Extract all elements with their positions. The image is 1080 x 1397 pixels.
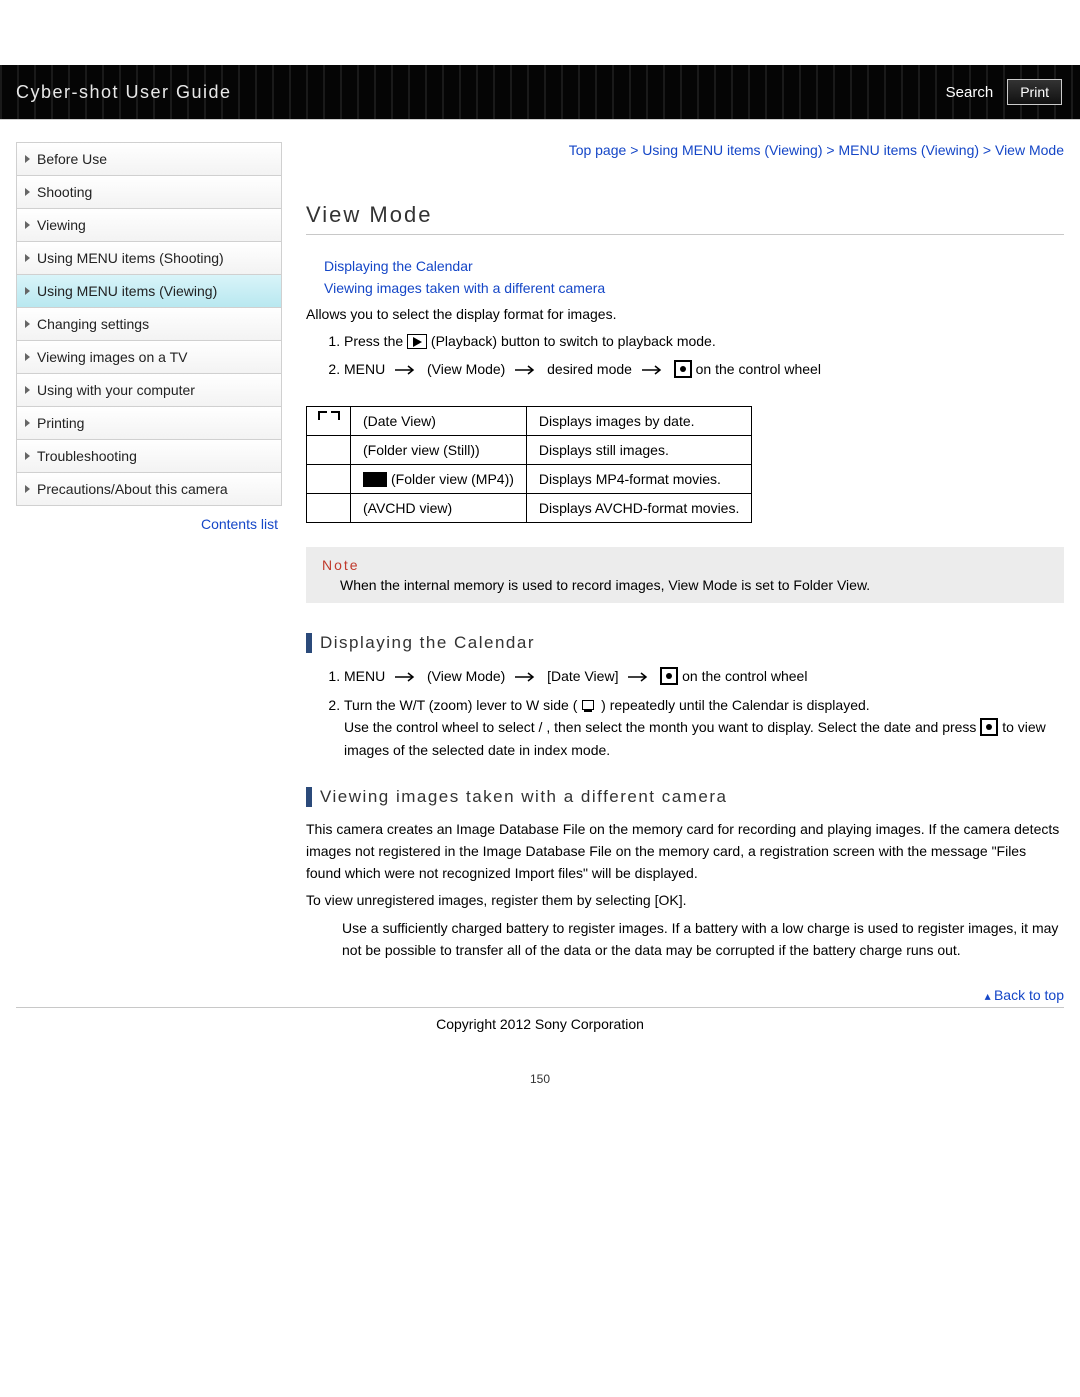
mode-desc: Displays still images. <box>526 435 751 464</box>
sidebar: Before Use Shooting Viewing Using MENU i… <box>16 142 282 532</box>
crumb-menu-viewing-parent[interactable]: Using MENU items (Viewing) <box>642 142 822 158</box>
nav-changing-settings[interactable]: Changing settings <box>17 307 281 340</box>
mode-desc: Displays MP4-format movies. <box>526 464 751 493</box>
intro-text: Allows you to select the display format … <box>306 306 1064 322</box>
step-1: Press the (Playback) button to switch to… <box>344 330 1064 352</box>
crumb-top[interactable]: Top page <box>569 142 627 158</box>
diff-p3: Use a sufficiently charged battery to re… <box>306 918 1064 961</box>
back-to-top-link[interactable]: Back to top <box>306 987 1064 1003</box>
page-title: View Mode <box>306 202 1064 235</box>
nav-printing[interactable]: Printing <box>17 406 281 439</box>
mode-desc: Displays images by date. <box>526 406 751 435</box>
mode-name: (Folder view (Still)) <box>351 435 527 464</box>
table-row: (Date View) Displays images by date. <box>307 406 752 435</box>
table-row: (Folder view (Still)) Displays still ima… <box>307 435 752 464</box>
playback-icon <box>407 334 427 349</box>
mode-name: (Folder view (MP4)) <box>351 464 527 493</box>
arrow-icon <box>628 666 650 688</box>
cal-step-1: MENU (View Mode) [Date View] on the cont… <box>344 665 1064 688</box>
main-content: Top page > Using MENU items (Viewing) > … <box>306 142 1064 1007</box>
heading-diff-camera: Viewing images taken with a different ca… <box>306 787 1064 807</box>
note-body: When the internal memory is used to reco… <box>322 577 1048 593</box>
center-button-icon <box>980 718 998 736</box>
header-bar: Cyber-shot User Guide Search Print <box>0 65 1080 119</box>
nav-before-use[interactable]: Before Use <box>17 142 281 175</box>
anchor-diff-camera[interactable]: Viewing images taken with a different ca… <box>324 277 1064 299</box>
main-steps: Press the (Playback) button to switch to… <box>306 330 1064 382</box>
note-box: Note When the internal memory is used to… <box>306 547 1064 603</box>
zoom-w-icon <box>581 700 597 712</box>
note-title: Note <box>322 557 1048 573</box>
table-row: (AVCHD view) Displays AVCHD-format movie… <box>307 493 752 522</box>
nav-menu-shooting[interactable]: Using MENU items (Shooting) <box>17 241 281 274</box>
modes-table: (Date View) Displays images by date. (Fo… <box>306 406 752 523</box>
mp4-icon <box>363 472 387 487</box>
nav-menu-viewing[interactable]: Using MENU items (Viewing) <box>17 274 281 307</box>
breadcrumb: Top page > Using MENU items (Viewing) > … <box>306 142 1064 158</box>
table-row: (Folder view (MP4)) Displays MP4-format … <box>307 464 752 493</box>
search-link[interactable]: Search <box>946 84 994 101</box>
nav-shooting[interactable]: Shooting <box>17 175 281 208</box>
nav-computer[interactable]: Using with your computer <box>17 373 281 406</box>
diff-p2: To view unregistered images, register th… <box>306 890 1064 912</box>
contents-list-link[interactable]: Contents list <box>201 516 278 532</box>
mode-name: (AVCHD view) <box>351 493 527 522</box>
step-2: MENU (View Mode) desired mode on the con… <box>344 358 1064 381</box>
nav-troubleshooting[interactable]: Troubleshooting <box>17 439 281 472</box>
calendar-steps: MENU (View Mode) [Date View] on the cont… <box>306 665 1064 762</box>
nav-list: Before Use Shooting Viewing Using MENU i… <box>16 142 282 506</box>
arrow-icon <box>515 359 537 381</box>
print-button[interactable]: Print <box>1007 79 1062 105</box>
mode-name: (Date View) <box>351 406 527 435</box>
cal-step-2: Turn the W/T (zoom) lever to W side ( ) … <box>344 694 1064 761</box>
arrow-icon <box>395 359 417 381</box>
app-title: Cyber-shot User Guide <box>16 82 232 103</box>
heading-calendar: Displaying the Calendar <box>306 633 1064 653</box>
date-view-icon <box>318 411 340 427</box>
mode-desc: Displays AVCHD-format movies. <box>526 493 751 522</box>
crumb-menu-viewing[interactable]: MENU items (Viewing) <box>838 142 979 158</box>
diff-p1: This camera creates an Image Database Fi… <box>306 819 1064 884</box>
nav-viewing[interactable]: Viewing <box>17 208 281 241</box>
arrow-icon <box>642 359 664 381</box>
nav-viewing-tv[interactable]: Viewing images on a TV <box>17 340 281 373</box>
arrow-icon <box>395 666 417 688</box>
anchor-calendar[interactable]: Displaying the Calendar <box>324 255 1064 277</box>
arrow-icon <box>515 666 537 688</box>
nav-precautions[interactable]: Precautions/About this camera <box>17 472 281 505</box>
center-button-icon <box>660 667 678 685</box>
copyright: Copyright 2012 Sony Corporation <box>0 1008 1080 1072</box>
crumb-current: View Mode <box>995 142 1064 158</box>
page-number: 150 <box>0 1072 1080 1110</box>
center-button-icon <box>674 360 692 378</box>
